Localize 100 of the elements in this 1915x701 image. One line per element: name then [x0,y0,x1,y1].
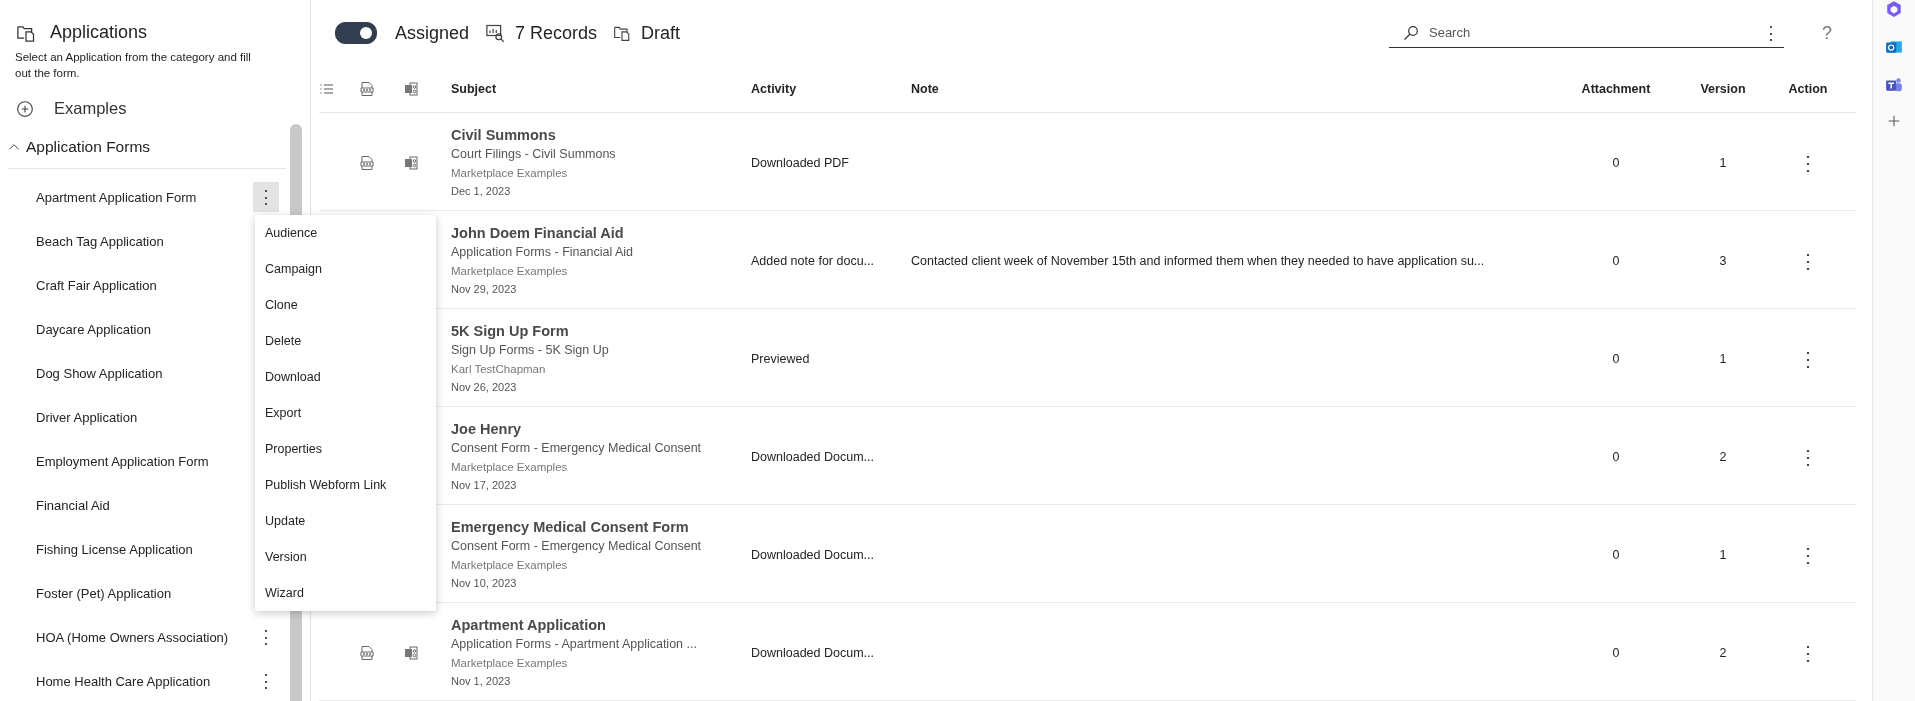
activity-cell-text: Downloaded Docum... [751,645,875,660]
record-date: Nov 29, 2023 [451,282,518,297]
record-date: Nov 17, 2023 [451,478,518,493]
more-button[interactable]: ⋮ [253,622,279,652]
record-title: 5K Sign Up Form [451,322,570,341]
record-author: Marketplace Examples [451,558,569,573]
attachment-cell-text: 0 [1611,547,1621,562]
mail-app-icon[interactable] [1885,38,1903,56]
version-cell-text: 1 [1718,547,1728,562]
menu-item[interactable]: Delete [255,323,436,359]
activity-cell-text: Added note for docu... [751,253,875,268]
add-circle-icon[interactable] [16,99,34,118]
help-button[interactable]: ? [1822,22,1832,44]
record-subtitle: Sign Up Forms - 5K Sign Up [451,342,610,359]
record-author: Marketplace Examples [451,460,569,475]
version-cell-text: 2 [1718,449,1728,464]
record-author: Karl TestChapman [451,362,547,377]
record-subtitle: Consent Form - Emergency Medical Consent [451,440,703,457]
records-count: 7 Records [515,22,598,44]
record-author: Marketplace Examples [451,656,569,671]
pdf-file-icon[interactable] [359,81,375,97]
menu-item[interactable]: Campaign [255,251,436,287]
more-button[interactable]: ⋮ [1792,346,1824,371]
attachment-cell-text: 0 [1611,155,1621,170]
column-header: Version [1699,82,1747,96]
more-button[interactable]: ⋮ [1792,150,1824,175]
activity-cell-text: Downloaded Docum... [751,449,875,464]
column-header: Attachment [1580,82,1652,96]
note-cell-text: Contacted client week of November 15th and informed them when they needed to have application su... [911,253,1486,268]
sidebar-item[interactable]: HOA (Home Owners Association) [36,629,229,645]
document-icon[interactable] [403,81,419,97]
attachment-cell-text: 0 [1611,253,1621,268]
menu-item[interactable]: Audience [255,215,436,251]
sidebar-item[interactable]: Craft Fair Application [36,277,157,293]
more-button[interactable]: ⋮ [253,182,279,212]
activity-cell-text: Downloaded PDF [751,155,850,170]
menu-item[interactable]: Publish Webform Link [255,467,436,503]
sidebar-title: Applications [50,22,148,43]
assigned-toggle[interactable] [335,22,377,44]
record-title: Civil Summons [451,126,557,145]
record-title: Apartment Application [451,616,607,635]
more-button[interactable]: ⋮ [253,666,279,696]
search-icon [1403,24,1419,41]
menu-item[interactable]: Wizard [255,575,436,611]
record-date: Nov 10, 2023 [451,576,518,591]
record-subtitle: Application Forms - Apartment Application ... [451,636,698,653]
draft-label: Draft [641,22,681,44]
sidebar-item[interactable]: Driver Application [36,409,138,425]
sidebar-item[interactable]: Employment Application Form [36,453,209,469]
more-button[interactable]: ⋮ [1792,640,1824,665]
menu-item[interactable]: Download [255,359,436,395]
record-date: Nov 26, 2023 [451,380,518,395]
column-header: Action [1787,82,1829,96]
column-header: Subject [451,82,498,96]
toggle-label: Assigned [395,22,470,44]
sidebar-item[interactable]: Foster (Pet) Application [36,585,172,601]
attachment-cell-text: 0 [1611,449,1621,464]
record-date: Dec 1, 2023 [451,184,512,199]
pdf-file-icon[interactable] [359,644,375,661]
column-header: Activity [751,82,798,96]
search-field[interactable]: Search ⋮ [1389,18,1784,48]
more-button[interactable]: ⋮ [1792,542,1824,567]
more-button[interactable]: ⋮ [1792,444,1824,469]
people-app-icon[interactable] [1885,76,1903,94]
attachment-cell-text: 0 [1611,351,1621,366]
sidebar-item[interactable]: Daycare Application [36,321,151,337]
menu-item[interactable]: Properties [255,431,436,467]
record-author: Marketplace Examples [451,166,569,181]
record-title: Emergency Medical Consent Form [451,518,690,537]
sidebar-item[interactable]: Dog Show Application [36,365,163,381]
sidebar-item[interactable]: Beach Tag Application [36,233,164,249]
folder-icon [613,24,632,42]
activity-cell-text: Previewed [751,351,811,366]
chart-search-icon [485,23,506,43]
record-subtitle: Court Filings - Civil Summons [451,146,617,163]
attachment-cell-text: 0 [1611,645,1621,660]
record-title: John Doem Financial Aid [451,224,625,243]
pdf-file-icon[interactable] [359,154,375,171]
menu-item[interactable]: Clone [255,287,436,323]
more-button[interactable]: ⋮ [1792,248,1824,273]
sidebar-item[interactable]: Fishing License Application [36,541,193,557]
menu-item[interactable]: Version [255,539,436,575]
document-icon[interactable] [403,644,419,661]
examples-link[interactable]: Examples [54,99,127,118]
menu-item[interactable]: Export [255,395,436,431]
sidebar-item[interactable]: Apartment Application Form [36,189,197,205]
version-cell-text: 3 [1718,253,1728,268]
sidebar-item[interactable]: Financial Aid [36,497,110,513]
document-icon[interactable] [403,154,419,171]
hexagon-app-icon[interactable] [1885,0,1903,18]
version-cell-text: 2 [1718,645,1728,660]
more-button[interactable]: ⋮ [1758,17,1784,48]
version-cell-text: 1 [1718,155,1728,170]
category-header[interactable]: Application Forms [8,138,286,169]
version-cell-text: 1 [1718,351,1728,366]
record-title: Joe Henry [451,420,523,439]
sidebar-item[interactable]: Home Health Care Application [36,673,211,689]
record-date: Nov 1, 2023 [451,674,512,689]
record-author: Marketplace Examples [451,264,569,279]
menu-item[interactable]: Update [255,503,436,539]
